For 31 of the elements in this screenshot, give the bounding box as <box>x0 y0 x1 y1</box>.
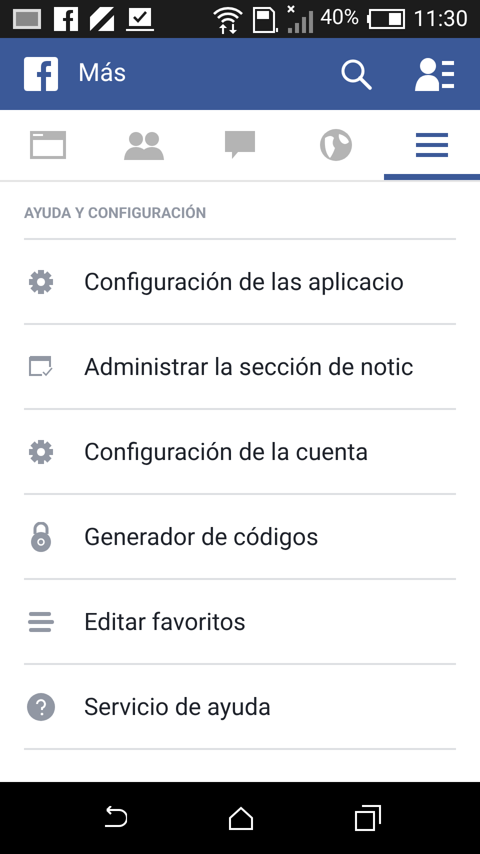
image-icon <box>12 8 42 30</box>
clock-time: 11:30 <box>413 6 468 34</box>
wifi-icon <box>212 4 244 34</box>
lock-icon <box>30 522 52 552</box>
menu-item[interactable]: Generador de códigos <box>24 495 456 580</box>
help-icon <box>27 692 55 720</box>
recent-apps-icon[interactable] <box>355 805 382 831</box>
facebook-logo-icon <box>24 57 58 91</box>
menu-item[interactable]: Servicio de ayuda <box>24 665 456 750</box>
search-icon <box>340 58 372 90</box>
menu-icon <box>416 132 448 158</box>
menu-item[interactable]: Configuración de la cuenta <box>24 410 456 495</box>
home-icon[interactable] <box>228 806 254 830</box>
globe-icon <box>319 128 353 162</box>
chat-bubble-icon <box>224 130 256 160</box>
sim-card-icon <box>252 4 278 34</box>
battery-percentage: 40% <box>320 5 360 32</box>
menu-item[interactable]: Administrar la sección de notic <box>24 325 456 410</box>
page-title: Más <box>78 58 126 90</box>
battery-icon <box>367 9 406 29</box>
person-list-icon <box>415 57 455 91</box>
stripes-icon <box>90 7 114 31</box>
facebook-icon <box>54 7 78 31</box>
menu-item[interactable]: Configuración de las aplicacio <box>24 240 456 325</box>
news-feed-icon <box>29 130 67 160</box>
menu-item[interactable]: Editar favoritos <box>24 580 456 665</box>
lines-icon <box>28 612 54 632</box>
section-heading: AYUDA Y CONFIGURACIÓN <box>24 182 456 240</box>
checkbox-icon <box>126 7 154 31</box>
people-icon <box>123 130 165 160</box>
news-feed-icon <box>28 354 54 378</box>
